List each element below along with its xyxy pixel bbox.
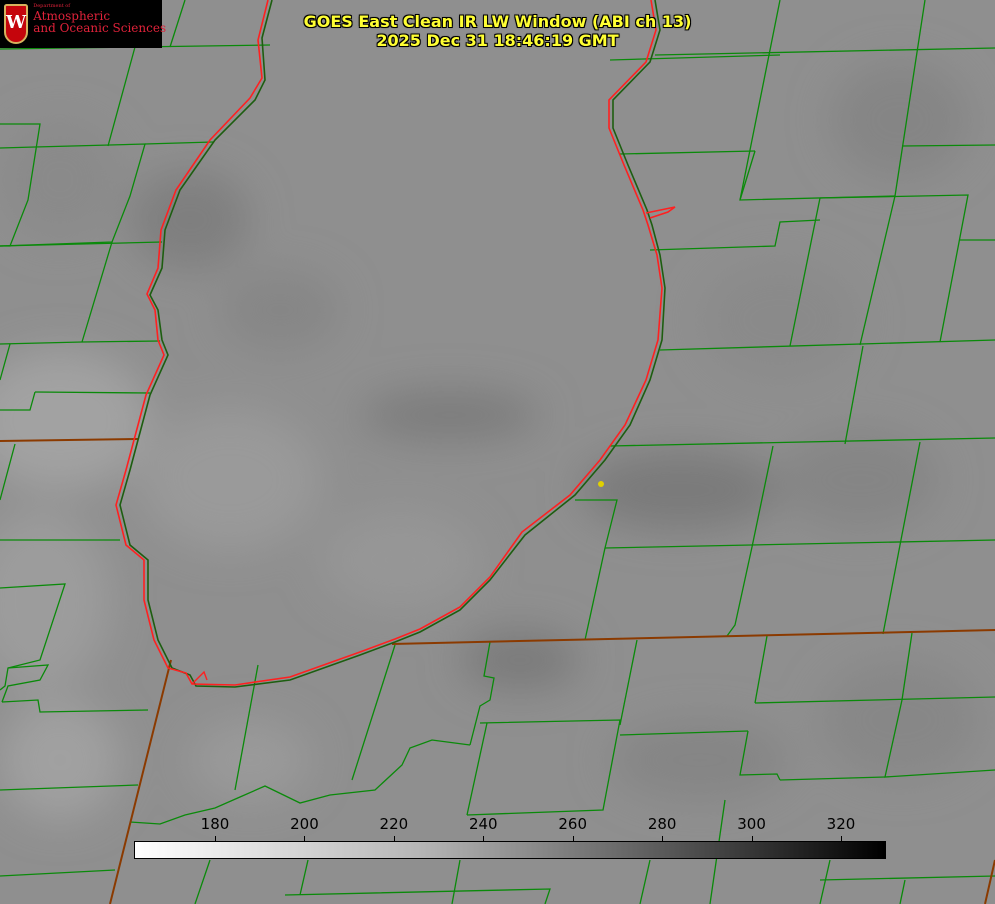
colorbar-tick-mark xyxy=(662,836,664,841)
colorbar-tick-label: 220 xyxy=(379,815,409,833)
colorbar xyxy=(134,841,886,859)
colorbar-tick-mark xyxy=(751,836,753,841)
point-marker xyxy=(598,481,604,487)
colorbar-tick-mark xyxy=(304,836,306,841)
colorbar-tick-label: 260 xyxy=(558,815,588,833)
colorbar-tick-label: 200 xyxy=(290,815,319,833)
colorbar-tick-mark xyxy=(393,836,395,841)
colorbar-tick-label: 300 xyxy=(737,815,766,833)
colorbar-tick-mark xyxy=(841,836,842,841)
title-timestamp: 2025 Dec 31 18:46:19 GMT xyxy=(376,31,619,50)
colorbar-tick-label: 280 xyxy=(647,815,677,833)
colorbar-tick-mark xyxy=(215,836,216,841)
satellite-map: W Department of Atmospheric and Oceanic … xyxy=(0,0,995,904)
image-title: GOES East Clean IR LW Window (ABI ch 13)… xyxy=(0,12,995,50)
colorbar-tick-label: 320 xyxy=(826,815,856,833)
colorbar-tick-mark xyxy=(483,836,485,841)
title-line-1: GOES East Clean IR LW Window (ABI ch 13) xyxy=(303,12,692,31)
colorbar-tick-label: 180 xyxy=(200,815,230,833)
colorbar-tick-mark xyxy=(572,836,574,841)
colorbar-tick-label: 240 xyxy=(468,815,498,833)
ir-imagery xyxy=(0,0,995,904)
